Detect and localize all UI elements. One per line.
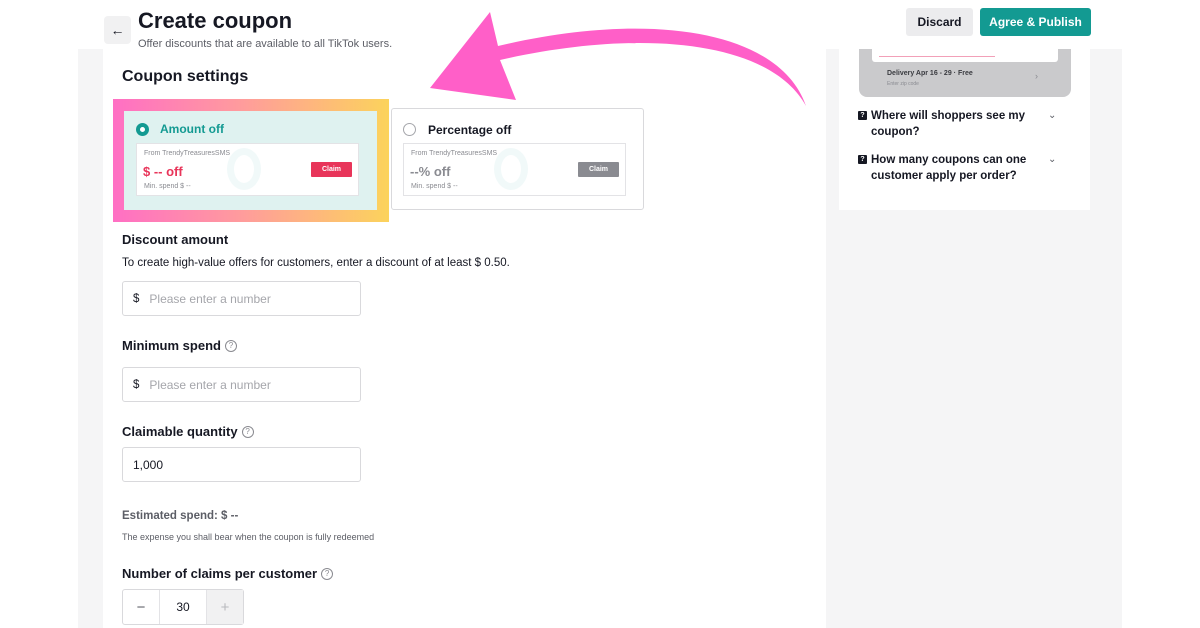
question-circle-icon[interactable]: ?	[241, 425, 254, 438]
coupon-preview: From TrendyTreasuresSMS --% off Min. spe…	[403, 143, 626, 196]
preview-value: $ -- off	[143, 164, 183, 179]
page-subtitle: Offer discounts that are available to al…	[138, 38, 393, 50]
discount-amount-input[interactable]	[149, 291, 330, 306]
preview-shop-name: From TrendyTreasuresSMS	[144, 150, 231, 157]
discard-button[interactable]: Discard	[906, 8, 973, 36]
chevron-down-icon[interactable]: ⌄	[1048, 108, 1056, 124]
faq-question: How many coupons can one customer apply …	[871, 154, 1027, 182]
tiktok-watermark-icon	[494, 148, 528, 190]
minimum-spend-field[interactable]: $	[122, 367, 361, 402]
option-label: Amount off	[160, 122, 224, 136]
radio-selected-icon[interactable]	[136, 123, 149, 136]
back-button[interactable]: ←	[104, 16, 131, 44]
estimated-spend-description: The expense you shall bear when the coup…	[122, 532, 375, 542]
option-amount-off[interactable]: Amount off From TrendyTreasuresSMS $ -- …	[124, 111, 377, 210]
faq-item[interactable]: ? How many coupons can one customer appl…	[858, 152, 1068, 184]
claimable-quantity-field[interactable]	[122, 447, 361, 482]
option-percentage-off[interactable]: Percentage off From TrendyTreasuresSMS -…	[391, 108, 644, 210]
question-circle-icon[interactable]: ?	[224, 339, 237, 352]
currency-prefix: $	[133, 292, 140, 305]
minimum-spend-label: Minimum spend ?	[122, 338, 237, 353]
claimable-quantity-label: Claimable quantity ?	[122, 424, 254, 439]
field-label-text: Discount amount	[122, 232, 229, 247]
question-square-icon: ?	[858, 155, 867, 164]
field-label-text: Number of claims per customer	[122, 566, 318, 581]
option-label: Percentage off	[428, 123, 512, 137]
page-title: Create coupon	[138, 8, 293, 33]
phone-preview: Delivery Apr 16 - 29 · Free Enter zip co…	[859, 49, 1071, 97]
currency-prefix: $	[133, 378, 140, 391]
preview-min-spend: Min. spend $ --	[144, 183, 191, 190]
preview-value: --% off	[410, 164, 451, 179]
minimum-spend-input[interactable]	[149, 377, 330, 392]
chevron-right-icon: ›	[1035, 71, 1038, 81]
radio-unselected-icon[interactable]	[403, 123, 416, 136]
agree-publish-button[interactable]: Agree & Publish	[980, 8, 1091, 36]
discount-amount-hint: To create high-value offers for customer…	[122, 257, 510, 269]
discount-amount-label: Discount amount	[122, 232, 228, 247]
phone-delivery-text: Delivery Apr 16 - 29 · Free	[887, 70, 973, 77]
claimable-quantity-input[interactable]	[133, 457, 313, 472]
field-label-text: Minimum spend	[122, 338, 221, 353]
faq-item[interactable]: ? Where will shoppers see my coupon? ⌄	[858, 108, 1068, 140]
faq-question: Where will shoppers see my coupon?	[871, 110, 1026, 138]
preview-claim-button: Claim	[578, 162, 619, 177]
chevron-down-icon[interactable]: ⌄	[1048, 152, 1056, 168]
question-circle-icon[interactable]: ?	[321, 567, 334, 580]
field-label-text: Claimable quantity	[122, 424, 238, 439]
preview-claim-button: Claim	[311, 162, 352, 177]
claims-per-customer-stepper: − 30 +	[122, 589, 244, 625]
question-square-icon: ?	[858, 111, 867, 120]
plus-icon[interactable]: +	[207, 590, 243, 624]
coupon-settings-title: Coupon settings	[122, 68, 249, 85]
coupon-preview: From TrendyTreasuresSMS $ -- off Min. sp…	[136, 143, 359, 196]
preview-min-spend: Min. spend $ --	[411, 183, 458, 190]
claims-per-customer-label: Number of claims per customer ?	[122, 566, 334, 581]
phone-zip-text: Enter zip code	[887, 81, 919, 87]
tiktok-watermark-icon	[227, 148, 261, 190]
arrow-left-icon: ←	[110, 22, 125, 38]
stepper-value[interactable]: 30	[159, 590, 207, 624]
phone-preview-divider	[879, 56, 995, 57]
minus-icon[interactable]: −	[123, 590, 159, 624]
discount-amount-field[interactable]: $	[122, 281, 361, 316]
preview-shop-name: From TrendyTreasuresSMS	[411, 150, 498, 157]
estimated-spend: Estimated spend: $ --	[122, 510, 239, 522]
